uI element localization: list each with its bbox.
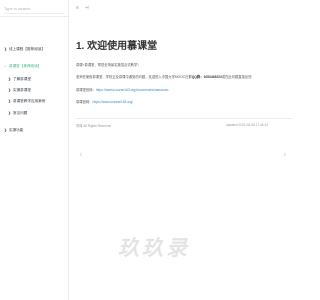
- sidebar-item-mooc-classroom[interactable]: ⌄ 慕课堂【推荐阅读】: [4, 64, 41, 69]
- search-input[interactable]: [4, 4, 64, 14]
- sidebar-item-teaching-cases[interactable]: ❯ 慕课堂教学应用案例: [8, 99, 45, 104]
- menu-icon[interactable]: ≡: [76, 5, 79, 11]
- mooc-site-paragraph: 慕课官网：https://www.icourse163.org/: [76, 100, 133, 104]
- sidebar-item-faq[interactable]: ❯ 常见问题: [8, 111, 27, 116]
- sidebar-item-practical-functions[interactable]: ❯ 实操功能: [4, 128, 23, 133]
- intro-paragraph: 慕课+慕课堂，帮您全场景实施混合式教学！: [76, 63, 141, 67]
- classroom-site-link[interactable]: https://www.icourse163.org/mooc/main/cla…: [96, 88, 169, 92]
- search-divider: [0, 16, 69, 17]
- sidebar-item-online-courses[interactable]: ❯ 线上课程【推荐阅读】: [4, 47, 45, 52]
- updated-timestamp: updated 2021-06-08 17:46:13: [226, 123, 269, 127]
- share-icon[interactable]: ⩤: [85, 5, 89, 11]
- qq-group-number: QQ群：1053449223: [191, 75, 222, 79]
- sidebar-item-practice-classroom[interactable]: ❯ 实操慕课堂: [8, 88, 31, 93]
- mooc-site-link[interactable]: https://www.icourse163.org/: [92, 100, 133, 104]
- watermark-logo: 玖玖录: [118, 237, 190, 260]
- next-page-icon[interactable]: ›: [283, 150, 287, 160]
- footer-divider: [76, 118, 292, 119]
- copyright-text: 慕课 All Rights Reserved: [76, 124, 112, 128]
- classroom-site-paragraph: 慕课堂官网：https://www.icourse163.org/mooc/ma…: [76, 88, 169, 92]
- previous-page-icon[interactable]: ‹: [79, 150, 83, 160]
- sidebar: ❯线上课程【推荐阅读】 ⌄慕课堂【推荐阅读】 ❯了解慕课堂 ❯实操慕课堂 ❯慕课…: [0, 0, 69, 300]
- page-title: 1. 欢迎使用慕课堂: [76, 41, 158, 52]
- sidebar-item-learn-classroom[interactable]: ❯ 了解慕课堂: [8, 77, 31, 82]
- feedback-paragraph: 老师在使用慕课堂、学校云及慕课中遇到的问题，欢迎进入中国大学MOOC社群QQ群：…: [76, 75, 252, 79]
